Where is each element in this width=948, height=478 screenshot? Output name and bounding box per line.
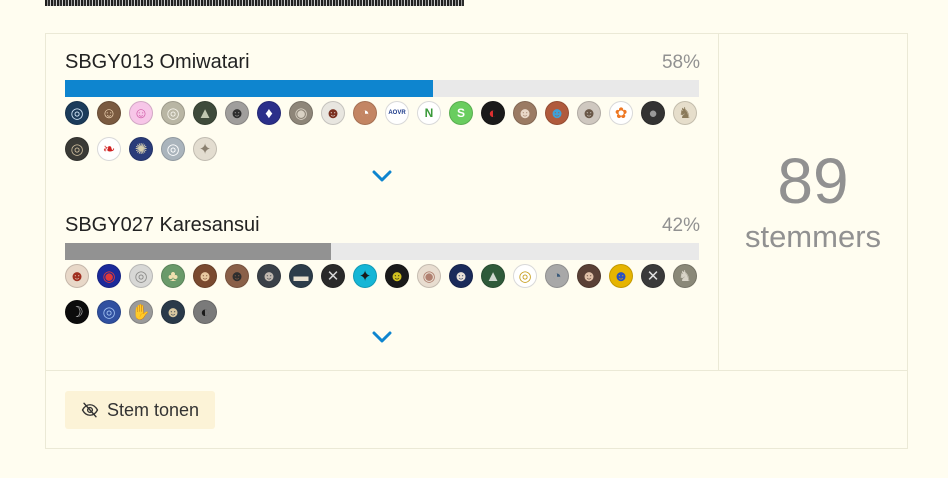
voter-avatar[interactable]: ♣ — [161, 264, 185, 288]
voter-avatar[interactable]: AOVR — [385, 101, 409, 125]
poll-option-bar — [65, 243, 699, 260]
chevron-down-icon — [372, 331, 392, 343]
voter-avatar[interactable]: ✕ — [641, 264, 665, 288]
voter-avatar[interactable]: ◔ — [545, 264, 569, 288]
voter-avatar[interactable]: ▲ — [481, 264, 505, 288]
show-vote-label: Stem tonen — [107, 399, 200, 420]
voter-count: 89 — [777, 145, 849, 217]
poll-summary: 89 stemmers — [719, 34, 907, 371]
voter-avatar[interactable]: ☻ — [193, 264, 217, 288]
voter-avatar[interactable]: ▲ — [193, 101, 217, 125]
voter-avatar[interactable]: ◎ — [513, 264, 537, 288]
voter-avatar[interactable]: ☻ — [321, 101, 345, 125]
voter-avatar[interactable]: ☻ — [545, 101, 569, 125]
voter-avatar[interactable]: ◎ — [161, 101, 185, 125]
voter-avatar[interactable]: ✦ — [193, 137, 217, 161]
voter-avatar[interactable]: ✺ — [129, 137, 153, 161]
voter-avatar[interactable]: ☻ — [577, 101, 601, 125]
voter-avatar[interactable]: S — [449, 101, 473, 125]
voter-avatar[interactable]: ◐ — [481, 101, 505, 125]
show-vote-button[interactable]: Stem tonen — [65, 391, 216, 429]
voter-avatar-list: ☻ ◉ ◎ ♣ ☻ ☻ ☻ ▬ ✕ ✦ ☻ ◉ ☻ ▲ ◎ ◔ ☻ ☻ ✕ ♞ ☽ ◎ ✋ ☻ ◐ — [65, 264, 705, 336]
voter-avatar[interactable]: ✋ — [129, 300, 153, 324]
voter-avatar[interactable]: ▬ — [289, 264, 313, 288]
voter-avatar[interactable]: N — [417, 101, 441, 125]
poll: SBGY013 Omiwatari 58% ◎ ☺ ☺ ◎ ▲ ☻ ♦ ◉ ☻ ◔ AOVR N S ◐ ☻… — [45, 33, 908, 449]
poll-option-1: SBGY013 Omiwatari 58% ◎ ☺ ☺ ◎ ▲ ☻ ♦ ◉ ☻ ◔ AOVR N S ◐ ☻… — [65, 51, 700, 173]
chevron-down-icon — [372, 170, 392, 182]
header-image — [45, 0, 464, 6]
poll-options: SBGY013 Omiwatari 58% ◎ ☺ ☺ ◎ ▲ ☻ ♦ ◉ ☻ ◔ AOVR N S ◐ ☻… — [46, 34, 719, 371]
poll-option-bar — [65, 80, 699, 97]
poll-option-2: SBGY027 Karesansui 42% ☻ ◉ ◎ ♣ ☻ ☻ ☻ ▬ ✕ ✦ ☻ ◉ ☻ ▲ ◎ ◔ ☻… — [65, 214, 700, 336]
voter-avatar[interactable]: ♦ — [257, 101, 281, 125]
voter-avatar[interactable]: ☻ — [577, 264, 601, 288]
voter-avatar[interactable]: ◉ — [97, 264, 121, 288]
voter-avatar[interactable]: ❧ — [97, 137, 121, 161]
poll-option-bar-fill — [65, 80, 433, 97]
voter-avatar[interactable]: ☻ — [449, 264, 473, 288]
voter-avatar[interactable]: ● — [641, 101, 665, 125]
voter-avatar[interactable]: ☻ — [513, 101, 537, 125]
poll-option-name: SBGY013 Omiwatari — [65, 51, 250, 73]
poll-option-header: SBGY027 Karesansui 42% — [65, 214, 700, 240]
voter-avatar[interactable]: ◎ — [65, 137, 89, 161]
voter-avatar[interactable]: ✕ — [321, 264, 345, 288]
poll-option-header: SBGY013 Omiwatari 58% — [65, 51, 700, 77]
poll-option-name: SBGY027 Karesansui — [65, 214, 260, 236]
voter-avatar[interactable]: ✦ — [353, 264, 377, 288]
poll-option-percent: 42% — [661, 215, 700, 236]
voter-avatar[interactable]: ◎ — [65, 101, 89, 125]
voter-avatar[interactable]: ◐ — [193, 300, 217, 324]
voter-avatar[interactable]: ☻ — [385, 264, 409, 288]
expand-voters-button[interactable] — [46, 330, 718, 344]
voter-avatar[interactable]: ♞ — [673, 264, 697, 288]
expand-voters-button[interactable] — [46, 169, 718, 183]
voter-avatar[interactable]: ◔ — [353, 101, 377, 125]
voter-avatar-list: ◎ ☺ ☺ ◎ ▲ ☻ ♦ ◉ ☻ ◔ AOVR N S ◐ ☻ ☻ ☻ ✿ ● ♞ ◎ ❧ ✺ ◎ ✦ — [65, 101, 705, 173]
voter-avatar[interactable]: ☻ — [65, 264, 89, 288]
eye-off-icon — [81, 402, 99, 418]
voter-avatar[interactable]: ◎ — [161, 137, 185, 161]
poll-option-percent: 58% — [661, 52, 700, 73]
voter-avatar[interactable]: ☺ — [129, 101, 153, 125]
voter-avatar[interactable]: ♞ — [673, 101, 697, 125]
voter-avatar[interactable]: ☻ — [609, 264, 633, 288]
voter-avatar[interactable]: ☻ — [257, 264, 281, 288]
poll-option-bar-fill — [65, 243, 332, 260]
voter-avatar[interactable]: ☺ — [97, 101, 121, 125]
voter-avatar[interactable]: ◎ — [129, 264, 153, 288]
voter-avatar[interactable]: ✿ — [609, 101, 633, 125]
voter-avatar[interactable]: ◉ — [289, 101, 313, 125]
voter-avatar[interactable]: ☽ — [65, 300, 89, 324]
voter-count-label: stemmers — [744, 219, 882, 254]
voter-avatar[interactable]: ☻ — [161, 300, 185, 324]
voter-avatar[interactable]: ☻ — [225, 101, 249, 125]
voter-avatar[interactable]: ◎ — [97, 300, 121, 324]
voter-avatar[interactable]: ◉ — [417, 264, 441, 288]
voter-avatar[interactable]: ☻ — [225, 264, 249, 288]
